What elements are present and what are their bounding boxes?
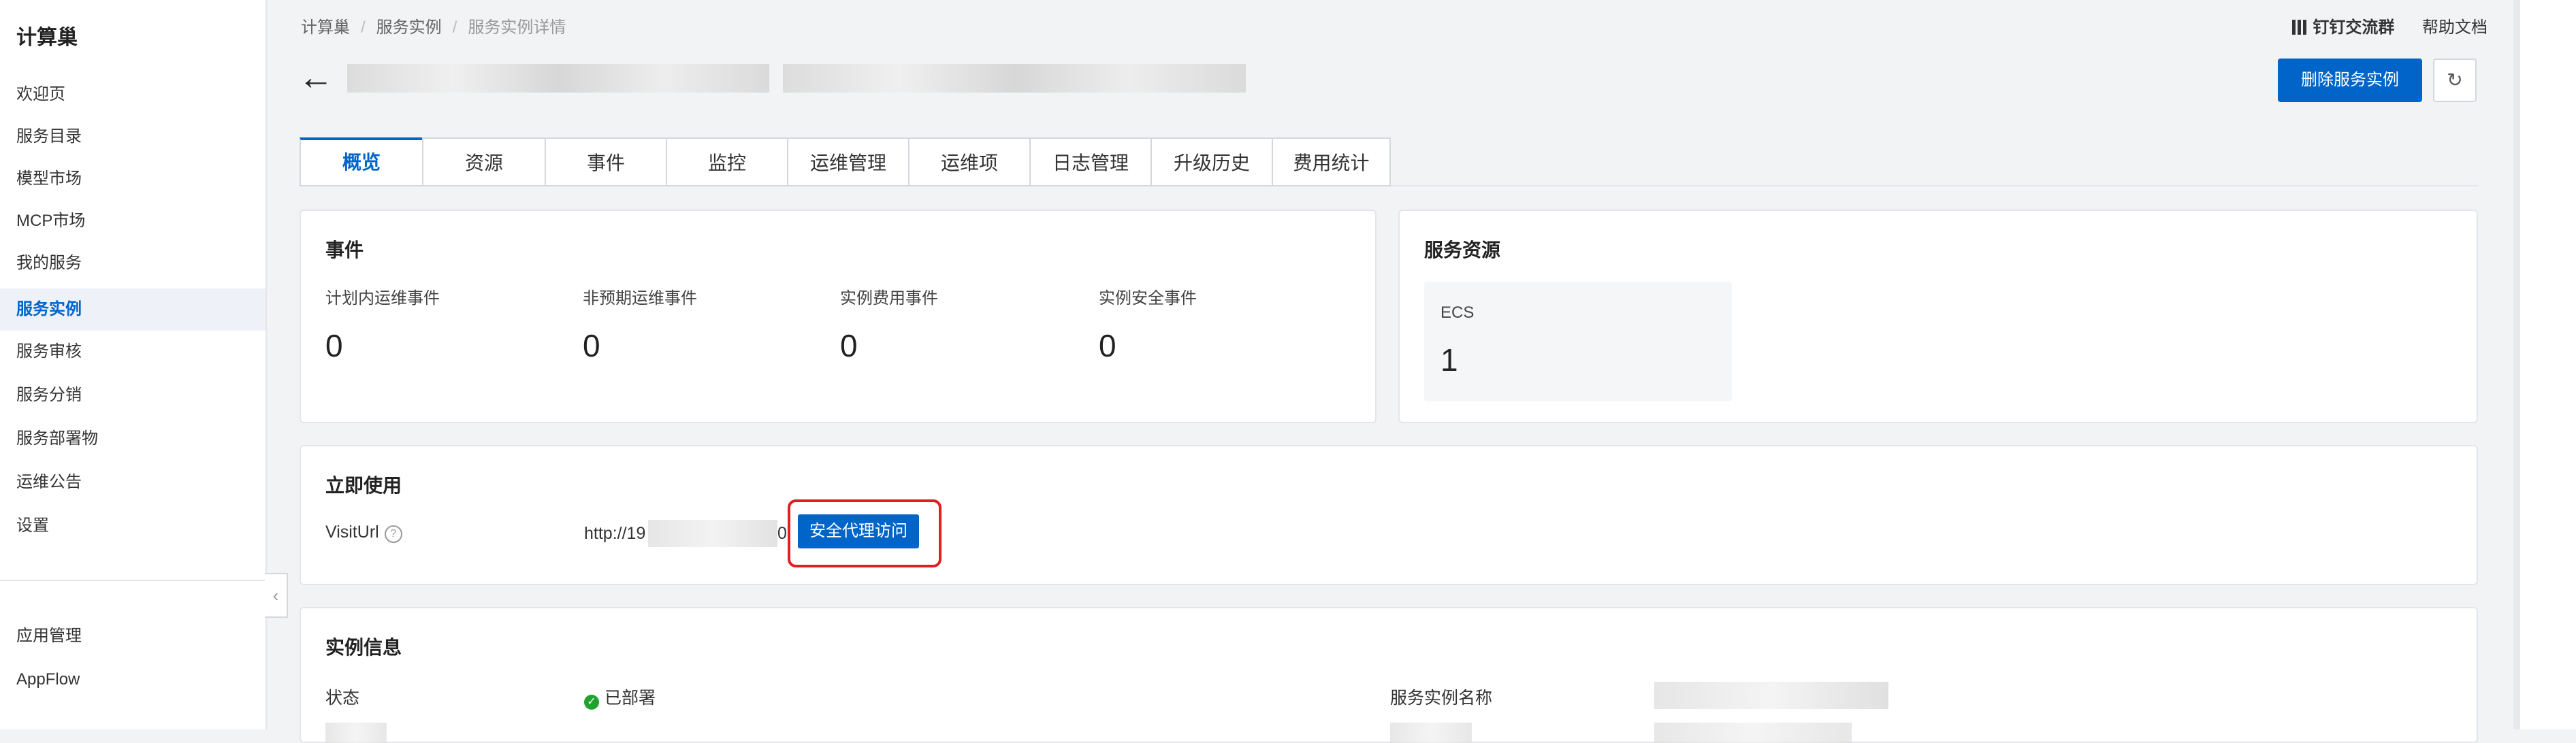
resource-label: ECS [1440, 303, 1475, 322]
breadcrumb: 计算巢 / 服务实例 / 服务实例详情 [301, 18, 566, 37]
brand-title: 计算巢 [16, 27, 78, 49]
stat-label: 实例安全事件 [1099, 289, 1197, 308]
stat-label: 实例费用事件 [840, 289, 938, 308]
tab-upgrade-history[interactable]: 升级历史 [1150, 137, 1272, 186]
tab-ops-items[interactable]: 运维项 [908, 137, 1029, 186]
events-card: 事件 计划内运维事件 0 非预期运维事件 0 实例费用事件 0 实例安全事件 0 [300, 210, 1376, 423]
sidebar-item-settings[interactable]: 设置 [0, 505, 265, 547]
stat-security-events: 实例安全事件 0 [1099, 284, 1197, 364]
sidebar-item-welcome[interactable]: 欢迎页 [0, 73, 265, 116]
sidebar-divider [0, 580, 265, 581]
tab-log-management[interactable]: 日志管理 [1029, 137, 1150, 186]
sidebar-collapse-button[interactable]: ‹ [265, 573, 288, 618]
secure-proxy-access-button[interactable]: 安全代理访问 [798, 514, 919, 548]
visit-url-suffix: 0 [777, 524, 787, 543]
use-now-card: 立即使用 VisitUrl? http://19 0 安全代理访问 [300, 445, 2478, 585]
status-text: 已部署 [605, 689, 656, 708]
help-docs-link[interactable]: 帮助文档 [2422, 18, 2488, 37]
resources-card-title: 服务资源 [1424, 240, 1501, 261]
status-label: 状态 [325, 689, 360, 708]
dingtalk-group-link[interactable]: 钉钉交流群 [2292, 18, 2394, 37]
cut-off-value [1654, 723, 1852, 743]
events-card-title: 事件 [325, 240, 364, 261]
sidebar-item-service-review[interactable]: 服务审核 [0, 331, 265, 373]
back-arrow-icon[interactable]: ← [298, 59, 334, 97]
stat-value: 0 [840, 328, 858, 363]
sidebar-item-app-management[interactable]: 应用管理 [0, 615, 265, 657]
stat-value: 0 [583, 328, 600, 363]
visit-url-prefix[interactable]: http://19 [584, 524, 645, 544]
breadcrumb-item-instances[interactable]: 服务实例 [376, 18, 442, 37]
tab-bar: 概览 资源 事件 监控 运维管理 运维项 日志管理 升级历史 费用统计 [300, 137, 1391, 186]
sidebar-item-service-distribution[interactable]: 服务分销 [0, 374, 265, 416]
tab-cost-stats[interactable]: 费用统计 [1272, 137, 1391, 186]
right-panel [2520, 0, 2576, 729]
breadcrumb-item-current: 服务实例详情 [468, 18, 566, 37]
breadcrumb-item-home[interactable]: 计算巢 [301, 18, 350, 37]
instance-info-card-title: 实例信息 [325, 637, 402, 658]
delete-instance-button[interactable]: 删除服务实例 [2278, 59, 2422, 102]
resource-count: 1 [1440, 342, 1458, 378]
tab-underline [1391, 185, 2478, 186]
page-scrollbar[interactable] [2513, 0, 2520, 729]
cut-off-label [1390, 723, 1472, 743]
page-title-redacted [347, 64, 769, 93]
sidebar-item-appflow[interactable]: AppFlow [0, 659, 265, 701]
help-icon[interactable]: ? [384, 525, 402, 543]
instance-info-card: 实例信息 状态 ✓ 已部署 服务实例名称 [300, 607, 2478, 743]
top-links: 钉钉交流群 帮助文档 [2269, 14, 2488, 37]
page-title-redacted-2 [783, 64, 1246, 93]
stat-value: 0 [325, 328, 343, 363]
tab-events[interactable]: 事件 [545, 137, 666, 186]
stat-label: 非预期运维事件 [583, 289, 697, 308]
resources-card: 服务资源 ECS 1 [1398, 210, 2478, 423]
tab-resources[interactable]: 资源 [422, 137, 545, 186]
visit-url-label: VisitUrl? [325, 523, 402, 543]
sidebar-item-ops-notice[interactable]: 运维公告 [0, 461, 265, 503]
resource-ecs[interactable]: ECS 1 [1424, 282, 1732, 401]
stat-value: 0 [1099, 328, 1116, 363]
instance-name-label: 服务实例名称 [1390, 689, 1493, 708]
check-circle-icon: ✓ [584, 695, 599, 710]
sidebar-item-service-catalog[interactable]: 服务目录 [0, 116, 265, 158]
refresh-icon: ↻ [2447, 69, 2463, 90]
tab-ops-management[interactable]: 运维管理 [787, 137, 908, 186]
stat-cost-events: 实例费用事件 0 [840, 284, 938, 364]
stat-unexpected-ops: 非预期运维事件 0 [583, 284, 697, 364]
stat-label: 计划内运维事件 [325, 289, 440, 308]
sidebar-item-service-instances[interactable]: 服务实例 [0, 288, 265, 331]
visit-url-redacted [648, 520, 777, 547]
sidebar-item-service-artifacts[interactable]: 服务部署物 [0, 418, 265, 460]
instance-name-redacted [1654, 682, 1888, 709]
sidebar-item-mcp-market[interactable]: MCP市场 [0, 200, 265, 242]
sidebar-item-model-market[interactable]: 模型市场 [0, 158, 265, 200]
cut-off-label [325, 723, 387, 743]
dingtalk-icon [2292, 20, 2308, 35]
refresh-button[interactable]: ↻ [2433, 59, 2477, 102]
tab-overview[interactable]: 概览 [300, 137, 422, 186]
sidebar: 计算巢 欢迎页 服务目录 模型市场 MCP市场 我的服务 服务实例 服务审核 服… [0, 0, 267, 729]
sidebar-item-my-services[interactable]: 我的服务 [0, 242, 265, 284]
tab-monitoring[interactable]: 监控 [666, 137, 787, 186]
stat-planned-ops: 计划内运维事件 0 [325, 284, 440, 364]
status-value: ✓ 已部署 [584, 684, 656, 710]
use-now-card-title: 立即使用 [325, 475, 402, 496]
